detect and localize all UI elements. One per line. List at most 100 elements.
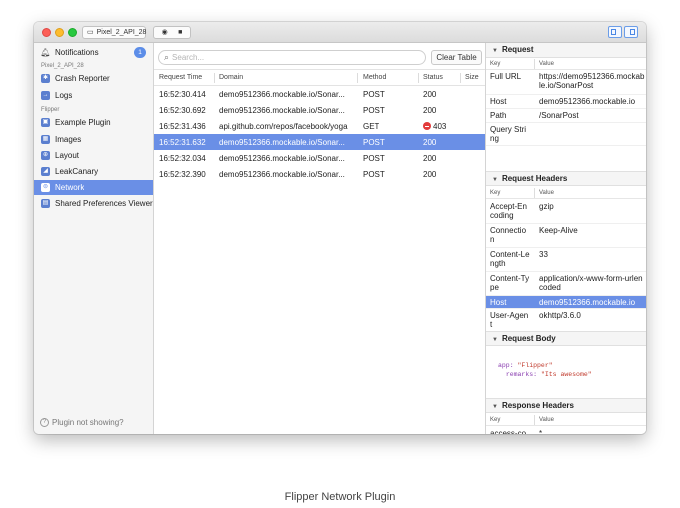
request-domain: demo9512366.mockable.io/Sonar... <box>219 106 345 115</box>
notification-count-badge: 1 <box>134 47 146 58</box>
request-status: 200 <box>423 154 437 163</box>
request-method: GET <box>363 122 380 131</box>
kv-row[interactable]: Content-Length 33 <box>486 248 646 272</box>
column-divider[interactable] <box>460 73 461 83</box>
kv-row[interactable]: User-Agent okhttp/3.6.0 <box>486 309 646 333</box>
table-row[interactable]: 16:52:30.692 demo9512366.mockable.io/Son… <box>154 102 485 118</box>
sidebar-item-images[interactable]: ▦ Images <box>34 132 153 147</box>
kv-row[interactable]: Path /SonarPost <box>486 109 646 123</box>
column-header-domain[interactable]: Domain <box>219 74 243 81</box>
section-header-request[interactable]: ▼ Request <box>486 43 646 58</box>
table-row[interactable]: 16:52:31.436 api.github.com/repos/facebo… <box>154 118 485 134</box>
request-time: 16:52:30.414 <box>159 90 206 99</box>
kv-value: okhttp/3.6.0 <box>539 311 581 320</box>
sidebar-item-logs[interactable]: → Logs <box>34 88 153 103</box>
prefs-icon: ▤ <box>41 199 50 208</box>
column-header-method[interactable]: Method <box>363 74 386 81</box>
kv-row-selected[interactable]: Host demo9512366.mockable.io <box>486 296 646 309</box>
kv-value: 33 <box>539 250 548 259</box>
table-row[interactable]: 16:52:32.034 demo9512366.mockable.io/Son… <box>154 150 485 166</box>
caret-down-icon: ▼ <box>492 177 498 183</box>
kv-row[interactable]: access-control-allow * <box>486 427 646 434</box>
sidebar-item-shared-preferences[interactable]: ▤ Shared Preferences Viewer <box>34 196 153 211</box>
request-method: POST <box>363 106 385 115</box>
request-status: 200 <box>423 90 437 99</box>
sidebar-item-crash-reporter[interactable]: ✱ Crash Reporter <box>34 71 153 86</box>
minimize-window-button[interactable] <box>55 28 64 37</box>
help-icon: ? <box>40 418 49 427</box>
clear-table-button[interactable]: Clear Table <box>431 50 482 65</box>
flipper-window: ▭ Pixel_2_API_28 ◉ ■ 🔔︎ Notifications 1 … <box>34 22 646 434</box>
section-header-response-headers[interactable]: ▼ Response Headers <box>486 398 646 413</box>
layout-icon: ⊕ <box>41 151 50 160</box>
request-body-content: app: "Flipper" remarks: "Its awesome" <box>498 361 592 379</box>
request-domain: demo9512366.mockable.io/Sonar... <box>219 90 345 99</box>
kv-row[interactable]: Host demo9512366.mockable.io <box>486 95 646 109</box>
sidebar-item-example-plugin[interactable]: ▣ Example Plugin <box>34 115 153 130</box>
kv-key: Query String <box>490 125 527 143</box>
section-title: Request <box>501 45 534 54</box>
sidebar-section-device: Pixel_2_API_28 <box>41 63 84 69</box>
kv-table-header: Key Value <box>486 414 646 426</box>
search-bar: ⌕ Clear Table <box>154 43 485 70</box>
table-row[interactable]: 16:52:32.390 demo9512366.mockable.io/Son… <box>154 166 485 182</box>
request-status: 403 <box>433 122 447 131</box>
kv-value: gzip <box>539 202 554 211</box>
error-status-icon <box>423 122 431 130</box>
kv-row[interactable]: Accept-Encoding gzip <box>486 200 646 224</box>
sidebar-item-label: LeakCanary <box>55 167 99 176</box>
toggle-right-sidebar-icon[interactable] <box>624 26 638 38</box>
kv-key: Content-Type <box>490 274 530 292</box>
kv-key: Path <box>490 111 507 120</box>
kv-row[interactable]: Content-Type application/x-www-form-urle… <box>486 272 646 296</box>
sidebar-item-notifications[interactable]: 🔔︎ Notifications 1 <box>34 45 153 60</box>
kv-row[interactable]: Query String <box>486 123 646 146</box>
kv-key: Host <box>490 97 507 106</box>
capture-controls: ◉ ■ <box>153 26 191 39</box>
close-window-button[interactable] <box>42 28 51 37</box>
kv-row[interactable]: Connection Keep-Alive <box>486 224 646 248</box>
toggle-left-sidebar-icon[interactable] <box>608 26 622 38</box>
table-row[interactable]: 16:52:30.414 demo9512366.mockable.io/Son… <box>154 86 485 102</box>
zoom-window-button[interactable] <box>68 28 77 37</box>
kv-value: demo9512366.mockable.io <box>539 298 636 307</box>
kv-table-header: Key Value <box>486 187 646 199</box>
column-divider[interactable] <box>418 73 419 83</box>
sidebar-item-network[interactable]: ⊜ Network <box>34 180 153 195</box>
request-status: 200 <box>423 138 437 147</box>
section-title: Request Headers <box>501 174 568 183</box>
key-column-header: Key <box>490 417 501 423</box>
request-time: 16:52:32.034 <box>159 154 206 163</box>
video-icon[interactable]: ■ <box>178 27 182 38</box>
request-time: 16:52:30.692 <box>159 106 206 115</box>
image-icon: ▦ <box>41 135 50 144</box>
sidebar-item-layout[interactable]: ⊕ Layout <box>34 148 153 163</box>
kv-key: Host <box>490 298 507 307</box>
section-header-request-headers[interactable]: ▼ Request Headers <box>486 171 646 186</box>
figure-caption: Flipper Network Plugin <box>284 491 396 503</box>
camera-icon[interactable]: ◉ <box>162 27 168 38</box>
search-input[interactable] <box>172 53 413 62</box>
request-method: POST <box>363 138 385 147</box>
column-divider[interactable] <box>357 73 358 83</box>
column-divider <box>534 59 535 69</box>
plugin-not-showing-link[interactable]: ? Plugin not showing? <box>40 418 124 427</box>
body-key: app: <box>498 362 514 369</box>
sidebar-item-leakcanary[interactable]: ◢ LeakCanary <box>34 164 153 179</box>
kv-row[interactable]: Full URL https://demo9512366.mockable.io… <box>486 70 646 95</box>
column-header-status[interactable]: Status <box>423 74 443 81</box>
request-detail-panel: ▼ Request Key Value Full URL https://demo… <box>485 43 646 434</box>
request-domain: demo9512366.mockable.io/Sonar... <box>219 138 345 147</box>
section-header-request-body[interactable]: ▼ Request Body <box>486 331 646 346</box>
section-title: Response Headers <box>501 401 574 410</box>
column-divider[interactable] <box>214 73 215 83</box>
column-header-size[interactable]: Size <box>465 74 479 81</box>
sidebar-section-flipper: Flipper <box>41 107 60 113</box>
request-domain: demo9512366.mockable.io/Sonar... <box>219 154 345 163</box>
network-request-table: ⌕ Clear Table Request Time Domain Method… <box>154 43 485 434</box>
table-row-selected[interactable]: 16:52:31.632 demo9512366.mockable.io/Son… <box>154 134 485 150</box>
device-selector[interactable]: ▭ Pixel_2_API_28 <box>82 26 146 39</box>
search-field[interactable]: ⌕ <box>158 50 426 65</box>
column-header-request-time[interactable]: Request Time <box>159 74 202 81</box>
request-time: 16:52:31.436 <box>159 122 206 131</box>
